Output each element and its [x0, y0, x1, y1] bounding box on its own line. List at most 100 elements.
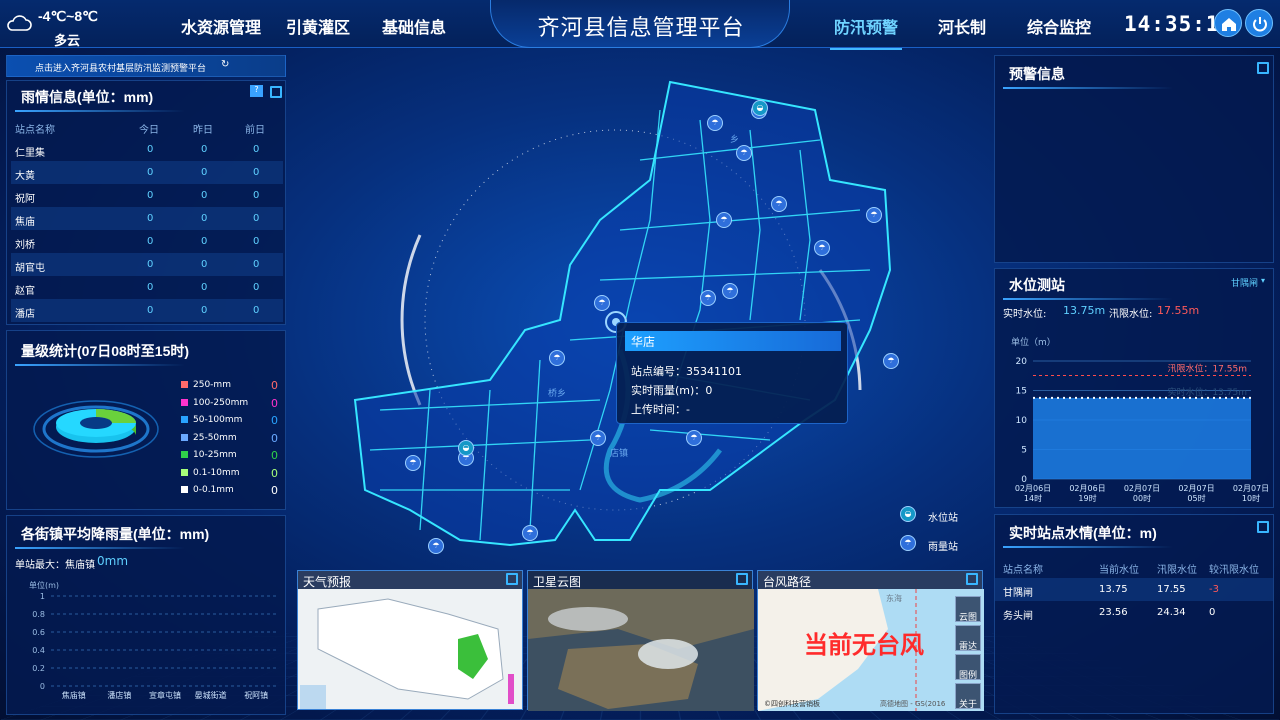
level-label: 0-0.1mm	[193, 485, 234, 495]
banner-link-text[interactable]: 点击进入齐河县农村基层防汛监测预警平台	[35, 61, 206, 74]
station-selector[interactable]: 甘隅闸	[1231, 276, 1258, 289]
rain-station-marker[interactable]: ☂	[736, 145, 752, 161]
help-icon[interactable]: ?	[250, 85, 263, 97]
tooltip-time-row: 上传时间：-	[631, 401, 690, 417]
level-value: 0	[271, 484, 278, 497]
station-name: 站点名称	[1003, 565, 1043, 576]
rain-table-header: 站点名称 今日 昨日 前日	[11, 115, 283, 138]
home-button[interactable]	[1214, 9, 1242, 37]
station-name: 甘隅闸	[1003, 588, 1033, 599]
rain-station-marker[interactable]: ☂	[594, 295, 610, 311]
y-tick-label: 10	[1016, 416, 1028, 426]
x-tick-label: 02月06日 14时	[1015, 484, 1051, 503]
rain-station-marker[interactable]: ☂	[866, 207, 882, 223]
y-tick-label: 15	[1016, 387, 1027, 397]
power-button[interactable]	[1245, 9, 1273, 37]
station-water-panel: 实时站点水情(单位：m) 站点名称 当前水位 汛限水位 较汛限水位 甘隅闸 13.75 17…	[994, 514, 1274, 714]
table-row: 赵官 0 0 0	[11, 276, 283, 299]
rain-station-marker[interactable]: ☂	[814, 240, 830, 256]
rain-station-marker[interactable]: ☂	[722, 283, 738, 299]
rain-station-marker[interactable]: ☂	[405, 455, 421, 471]
typhoon-path-thumb[interactable]: 台风路径 当前无台风 东海 ©四创科技营销板 高德地图 - GS(2016	[757, 570, 984, 711]
level-donut-chart	[33, 400, 159, 458]
rain-value: 0	[253, 144, 260, 155]
header: -4℃~8℃ 多云 水资源管理 引黄灌区 基础信息 齐河县信息管理平台 防汛预警…	[0, 0, 1280, 50]
expand-icon[interactable]	[1257, 62, 1269, 74]
rain-station-marker[interactable]: ☂	[771, 196, 787, 212]
weather-forecast-thumb[interactable]: 天气预报	[297, 570, 523, 710]
water-level-area	[1033, 397, 1251, 479]
rain-station-marker[interactable]: ☂	[686, 430, 702, 446]
table-row: 仁里集 0 0 0	[11, 138, 283, 161]
nav-irrigation[interactable]: 引黄灌区	[286, 14, 350, 38]
nav-basic-info[interactable]: 基础信息	[382, 14, 446, 38]
level-label: 25-50mm	[193, 432, 237, 443]
rain-station-marker[interactable]: ☂	[716, 212, 732, 228]
refresh-icon: ↻	[221, 59, 230, 70]
rain-station-legend-icon: ☂	[900, 535, 916, 551]
water-level-panel: 水位测站 甘隅闸 ▾ 实时水位: 13.75m 汛限水位: 17.55m 单位（…	[994, 268, 1274, 508]
x-tick-label: 祝阿镇	[244, 690, 268, 700]
y-tick-label: 20	[1016, 357, 1028, 367]
rain-station-marker[interactable]: ☂	[549, 350, 565, 366]
station-name: 祝阿	[15, 194, 35, 205]
rain-station-marker[interactable]: ☂	[707, 115, 723, 131]
water-station-marker[interactable]: ◒	[752, 100, 768, 116]
flood-level-label: 汛限水位:	[1109, 309, 1153, 320]
x-tick-label: 02月07日 05时	[1178, 484, 1214, 503]
station-value: 24.34	[1157, 607, 1186, 618]
table-row: 潘店 0 0 0	[11, 299, 283, 322]
station-value: 当前水位	[1099, 565, 1139, 576]
station-tooltip: 华店 站点编号：35341101 实时雨量(m)：0 上传时间：-	[616, 322, 848, 424]
county-map	[353, 80, 892, 547]
station-name: 刘桥	[15, 240, 35, 251]
level-value: 0	[271, 414, 278, 427]
expand-icon[interactable]	[966, 573, 978, 585]
station-name: 务头闸	[1003, 611, 1033, 622]
legend-swatch	[181, 433, 188, 441]
x-tick-label: 宣章屯镇	[149, 690, 181, 700]
radar-layer-button[interactable]: 雷达	[955, 625, 981, 652]
station-value: 13.75	[1099, 584, 1128, 595]
cloud-layer-button[interactable]: 云图	[955, 596, 981, 623]
nav-water-resources[interactable]: 水资源管理	[181, 14, 261, 38]
tooltip-code: 35341101	[686, 365, 742, 378]
town-max-value: 0mm	[97, 554, 129, 568]
legend-button[interactable]: 图例	[955, 654, 981, 681]
nav-flood-warning[interactable]: 防汛预警	[829, 14, 903, 50]
nav-monitoring[interactable]: 综合监控	[1027, 14, 1091, 38]
rain-station-marker[interactable]: ☂	[590, 430, 606, 446]
water-station-marker[interactable]: ◒	[458, 440, 474, 456]
nav-river-chief[interactable]: 河长制	[938, 14, 986, 38]
expand-icon[interactable]	[736, 573, 748, 585]
satellite-cloud-thumb[interactable]: 卫星云图	[527, 570, 754, 711]
radar-layer-label: 雷达	[958, 642, 977, 652]
rain-value: 0	[201, 213, 208, 224]
col-station: 站点名称	[15, 125, 55, 136]
x-tick-label: 潘店镇	[107, 690, 131, 700]
expand-icon[interactable]	[270, 86, 282, 98]
flood-platform-banner[interactable]: 点击进入齐河县农村基层防汛监测预警平台 ↻	[6, 55, 286, 77]
rain-station-marker[interactable]: ☂	[428, 538, 444, 554]
about-button[interactable]: 关于	[955, 683, 981, 710]
rain-info-panel: 雨情信息(单位：mm) ? 站点名称 今日 昨日 前日 仁里集 0 0 0 大黄 0 0 0 祝…	[6, 80, 286, 325]
level-value: 0	[271, 431, 278, 445]
expand-icon[interactable]	[506, 573, 518, 585]
level-value: 0	[271, 449, 278, 462]
rain-station-marker[interactable]: ☂	[883, 353, 899, 369]
level-label: 250-mm	[193, 380, 231, 390]
expand-icon[interactable]	[1257, 521, 1269, 533]
level-stats-title: 量级统计(07日08时至15时)	[14, 343, 190, 366]
station-value: 23.56	[1099, 607, 1128, 618]
rain-value: 0	[147, 167, 154, 178]
station-value: 较汛限水位	[1209, 565, 1259, 576]
legend-swatch	[181, 381, 188, 388]
chevron-down-icon[interactable]: ▾	[1261, 276, 1265, 285]
rain-station-marker[interactable]: ☂	[700, 290, 716, 306]
rain-station-marker[interactable]: ☂	[522, 525, 538, 541]
col-daybefore: 前日	[245, 125, 265, 136]
legend-swatch	[181, 468, 188, 476]
table-row: 祝阿 0 0 0	[11, 184, 283, 207]
station-name: 焦庙	[15, 217, 35, 228]
town-rainfall-chart: 0 0.2 0.4 0.6 0.8 1 焦庙镇 潘店镇 宣章屯镇 晏城街道 祝阿镇	[32, 592, 279, 700]
